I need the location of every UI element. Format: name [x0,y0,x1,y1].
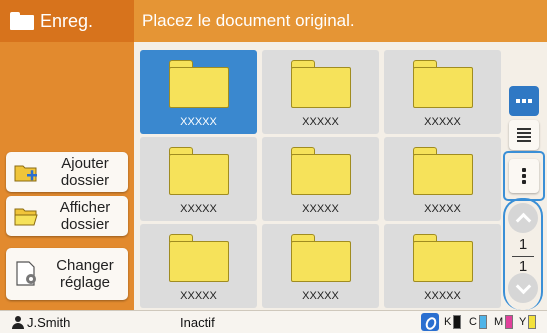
folder-icon [169,147,229,195]
user-icon [12,316,24,329]
header-message: Placez le document original. [142,11,355,30]
page-divider [512,256,534,257]
ink-level-y: Y [519,315,537,329]
screen: Enreg. Ajouter dossier Afficher dossier … [0,0,547,333]
show-folder-button[interactable]: Afficher dossier [6,196,128,236]
ink-status-icon[interactable] [421,313,439,331]
folder-name: XXXXX [302,290,339,302]
add-folder-button[interactable]: Ajouter dossier [6,152,128,192]
folder-name: XXXXX [424,116,461,128]
folder-add-icon [12,157,42,187]
folder-icon [413,234,473,282]
page-up-button[interactable] [508,203,538,233]
tile-view-button[interactable] [509,86,539,116]
folder-name: XXXXX [180,203,217,215]
folder-icon [413,60,473,108]
user-name: J.Smith [27,315,71,330]
folder-tile[interactable]: XXXXX [262,224,379,308]
current-page: 1 [518,236,528,253]
change-settings-button[interactable]: Changer réglage [6,248,128,300]
folder-name: XXXXX [180,116,217,128]
folder-icon [291,147,351,195]
show-folder-label: Afficher dossier [59,199,111,233]
folder-name: XXXXX [424,203,461,215]
ink-level-m: M [494,315,514,329]
folder-tile[interactable]: XXXXX [384,50,501,134]
folder-tile[interactable]: XXXXX [384,137,501,221]
header-message-bar: Placez le document original. [134,0,547,42]
ink-level-k: K [444,315,462,329]
folder-icon [10,12,34,30]
folder-icon [291,60,351,108]
folder-tile[interactable]: XXXXX [140,137,257,221]
folder-name: XXXXX [302,203,339,215]
list-view-button[interactable] [509,120,539,150]
folder-name: XXXXX [302,116,339,128]
more-options-button[interactable] [509,159,539,193]
folder-icon [169,234,229,282]
left-panel-title-text: Enreg. [40,10,94,31]
left-panel-title: Enreg. [0,0,134,42]
ink-level-c: C [469,315,487,329]
folder-icon [291,234,351,282]
folder-tile[interactable]: XXXXX [140,50,257,134]
folder-icon [413,147,473,195]
folder-tile[interactable]: XXXXX [262,50,379,134]
folder-name: XXXXX [424,290,461,302]
folder-name: XXXXX [180,290,217,302]
settings-doc-icon [12,259,42,289]
left-panel: Enreg. Ajouter dossier Afficher dossier … [0,0,134,310]
folder-icon [169,60,229,108]
page-down-button[interactable] [508,273,538,303]
folder-tile[interactable]: XXXXX [262,137,379,221]
folder-open-icon [12,201,42,231]
status-bar: J.Smith Inactif K C M Y [0,310,547,333]
change-settings-label: Changer réglage [56,257,114,291]
folder-tile[interactable]: XXXXX [140,224,257,308]
printer-state: Inactif [180,315,215,330]
folder-tile[interactable]: XXXXX [384,224,501,308]
add-folder-label: Ajouter dossier [60,155,110,189]
user-indicator[interactable]: J.Smith [12,315,70,330]
